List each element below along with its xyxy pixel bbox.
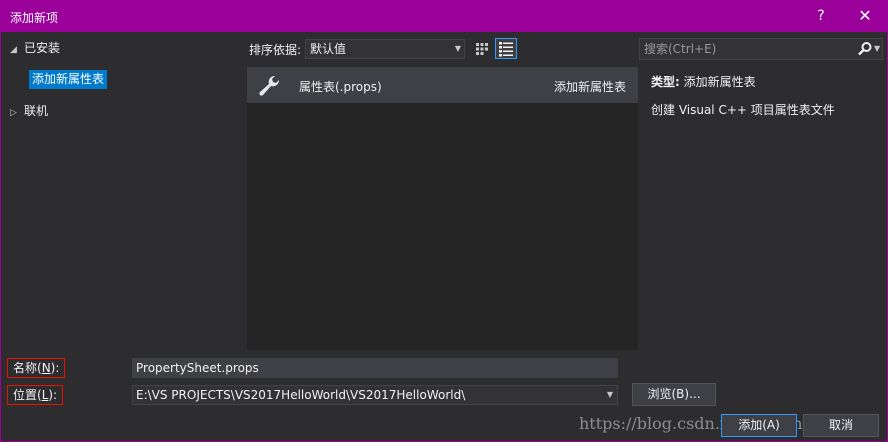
item-category: 添加新属性表 <box>553 80 626 94</box>
dialog-title: 添加新项 <box>10 11 59 25</box>
grid-view-button[interactable] <box>471 38 493 59</box>
collapsed-arrow-icon[interactable]: ▷ <box>10 103 24 123</box>
item-name: 属性表(.props) <box>299 80 382 94</box>
name-label-access-key: N <box>41 361 51 375</box>
search-box[interactable]: ▼ <box>639 38 883 60</box>
browse-button[interactable]: 浏览(B)... <box>632 383 716 406</box>
name-label-pre: 名称( <box>13 361 42 375</box>
title-bar[interactable]: 添加新项 ? ✕ <box>1 1 887 32</box>
search-icon[interactable] <box>857 41 873 57</box>
grid-view-icon <box>476 43 488 55</box>
tree-node-add-property-sheet[interactable]: 添加新属性表 <box>29 70 108 89</box>
detail-type: 类型: 添加新属性表 <box>651 73 881 90</box>
sort-dropdown-value: 默认值 <box>310 42 347 56</box>
sort-label: 排序依据: <box>249 43 302 57</box>
detail-type-value: 添加新属性表 <box>683 75 756 89</box>
location-label: 位置(L): <box>7 385 64 405</box>
detail-type-label: 类型: <box>651 75 680 89</box>
tree-node-installed-label: 已安装 <box>24 41 61 55</box>
detail-description: 创建 Visual C++ 项目属性表文件 <box>651 103 835 117</box>
close-button[interactable]: ✕ <box>851 5 879 27</box>
list-item[interactable]: 属性表(.props) 添加新属性表 <box>247 67 638 103</box>
location-dropdown[interactable]: E:\VS PROJECTS\VS2017HelloWorld\VS2017He… <box>132 385 618 405</box>
help-button[interactable]: ? <box>807 5 835 27</box>
location-label-pre: 位置( <box>13 388 42 402</box>
wrench-icon <box>259 75 280 96</box>
expanded-arrow-icon[interactable]: ◢ <box>10 40 24 60</box>
location-value: E:\VS PROJECTS\VS2017HelloWorld\VS2017He… <box>136 388 466 402</box>
add-new-item-dialog: 添加新项 ? ✕ ◢ 已安装 添加新属性表 ▷ 联机 排序依据: 默认值 ▼ 搜… <box>0 0 888 442</box>
add-button[interactable]: 添加(A) <box>721 414 797 437</box>
location-label-post: ): <box>48 388 58 402</box>
name-label: 名称(N): <box>7 358 66 378</box>
template-tree: ◢ 已安装 添加新属性表 ▷ 联机 <box>1 32 245 350</box>
search-input[interactable] <box>644 41 849 57</box>
tree-node-online-label: 联机 <box>24 104 49 118</box>
name-label-post: ): <box>50 361 60 375</box>
tree-node-online[interactable]: ▷ 联机 <box>10 101 48 121</box>
template-list: 属性表(.props) 添加新属性表 <box>247 67 638 350</box>
chevron-down-icon: ▼ <box>606 390 613 399</box>
sort-dropdown[interactable]: 默认值 ▼ <box>305 39 465 59</box>
list-view-button[interactable] <box>495 38 517 59</box>
list-view-icon <box>499 42 513 57</box>
chevron-down-icon: ▼ <box>454 44 461 53</box>
tree-node-installed[interactable]: ◢ 已安装 <box>10 38 60 58</box>
details-pane: 类型: 添加新属性表 创建 Visual C++ 项目属性表文件 <box>651 73 881 118</box>
search-options-icon[interactable]: ▼ <box>874 44 880 53</box>
name-field[interactable] <box>132 358 618 378</box>
cancel-button[interactable]: 取消 <box>803 414 879 437</box>
